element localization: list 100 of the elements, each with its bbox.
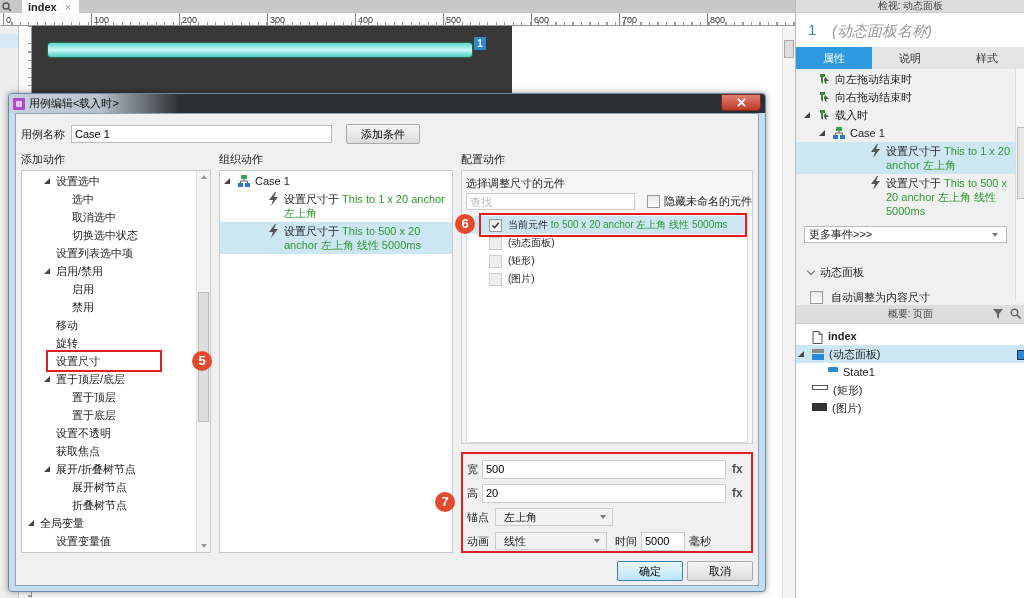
- checkbox[interactable]: [489, 272, 502, 286]
- field-label: 宽: [467, 461, 478, 477]
- close-button[interactable]: [721, 94, 761, 111]
- filter-icon[interactable]: [993, 309, 1005, 319]
- action-item[interactable]: 切换选中状态: [72, 226, 138, 244]
- action-text: 设置尺寸于 This to 500 x 20 anchor 左上角 线性 5000ms: [886, 176, 1009, 219]
- ruler-label: 300: [270, 15, 286, 25]
- action-item[interactable]: 取消选中: [72, 208, 116, 226]
- outline-item[interactable]: (图片): [832, 399, 862, 417]
- callout-badge: 5: [192, 351, 212, 371]
- expand-arrow-icon[interactable]: [44, 178, 50, 184]
- event-item[interactable]: 向右拖动结束时: [835, 88, 912, 106]
- stacked-panel-icon: [812, 349, 824, 360]
- outline-item[interactable]: index: [828, 327, 857, 345]
- animation-dropdown[interactable]: 线性: [495, 532, 607, 550]
- formula-button[interactable]: fx: [732, 462, 743, 476]
- action-item[interactable]: 启用/禁用: [56, 262, 104, 280]
- search-icon[interactable]: [2, 1, 12, 12]
- cursor-icon: [818, 73, 830, 85]
- checkbox[interactable]: [489, 254, 502, 268]
- case-name-field[interactable]: Case 1: [71, 125, 332, 143]
- unit-label: 毫秒: [689, 533, 711, 549]
- checkbox[interactable]: [810, 291, 823, 304]
- event-item[interactable]: Case 1: [850, 124, 885, 142]
- action-item[interactable]: 置于底层: [72, 406, 116, 424]
- widget-number: 1: [796, 13, 828, 47]
- action-item[interactable]: 选中: [72, 190, 94, 208]
- action-item[interactable]: 设置列表选中项: [56, 244, 133, 262]
- lightning-icon: [268, 192, 279, 206]
- action-item[interactable]: 设置不透明: [56, 424, 111, 442]
- expand-arrow-icon[interactable]: [804, 112, 810, 118]
- lightning-icon: [870, 144, 881, 158]
- scrollbar[interactable]: [782, 26, 795, 598]
- ruler-label: 200: [182, 15, 198, 25]
- action-item[interactable]: 全局变量: [40, 514, 84, 532]
- expand-arrow-icon[interactable]: [44, 376, 50, 382]
- ok-button[interactable]: 确定: [617, 561, 683, 581]
- expand-arrow-icon[interactable]: [819, 130, 825, 136]
- document-tab[interactable]: index ×: [22, 0, 80, 13]
- action-item[interactable]: 设置选中: [56, 172, 100, 190]
- ruler-label: 700: [622, 15, 638, 25]
- search-icon[interactable]: [1010, 308, 1021, 319]
- scroll-down-icon[interactable]: [200, 544, 207, 548]
- action-item[interactable]: 禁用: [72, 298, 94, 316]
- widget-name-field[interactable]: (动态面板名称): [828, 13, 1024, 47]
- action-item[interactable]: 设置尺寸: [48, 352, 160, 370]
- add-condition-button[interactable]: 添加条件: [346, 124, 420, 144]
- ruler-label: 0: [6, 15, 11, 25]
- action-item[interactable]: 获取焦点: [56, 442, 100, 460]
- height-field[interactable]: 20: [482, 483, 726, 503]
- action-item[interactable]: 置于顶层/底层: [56, 370, 126, 388]
- widget-label: (动态面板): [508, 237, 555, 249]
- expand-arrow-icon[interactable]: [44, 466, 50, 472]
- rectangle-icon: [812, 385, 828, 390]
- scroll-up-icon[interactable]: [200, 175, 207, 179]
- cancel-button[interactable]: 取消: [687, 561, 753, 581]
- cursor-icon: [818, 109, 830, 121]
- action-item[interactable]: 旋转: [56, 334, 78, 352]
- ruler-label: 600: [534, 15, 550, 25]
- field-label: 动画: [467, 533, 490, 549]
- duration-field[interactable]: 5000: [641, 531, 685, 551]
- scrollbar[interactable]: [1015, 69, 1024, 301]
- action-item[interactable]: 启用: [72, 280, 94, 298]
- action-text: 设置尺寸于 This to 1 x 20 anchor 左上角: [284, 192, 446, 221]
- action-item[interactable]: 折叠树节点: [72, 496, 127, 514]
- action-item[interactable]: 设置变量值: [56, 532, 111, 550]
- checkbox[interactable]: [489, 218, 502, 232]
- search-field[interactable]: 查找: [466, 193, 635, 210]
- checkbox[interactable]: [647, 195, 660, 208]
- case-item[interactable]: Case 1: [255, 172, 290, 190]
- action-item[interactable]: 展开/折叠树节点: [56, 460, 137, 478]
- expand-arrow-icon[interactable]: [28, 520, 34, 526]
- formula-button[interactable]: fx: [732, 486, 743, 500]
- expand-arrow-icon[interactable]: [44, 268, 50, 274]
- image-icon: [812, 403, 827, 411]
- lightning-icon: [268, 224, 279, 238]
- scrollbar[interactable]: [196, 171, 210, 552]
- widget-label: (图片): [508, 273, 535, 285]
- close-icon: [736, 98, 746, 107]
- event-item[interactable]: 载入时: [835, 106, 868, 124]
- checkbox-label: 隐藏未命名的元件: [664, 194, 752, 209]
- action-text: 设置尺寸于 This to 1 x 20 anchor 左上角: [886, 144, 1012, 173]
- action-item[interactable]: 置于顶层: [72, 388, 116, 406]
- callout-badge: 6: [455, 214, 475, 234]
- case-icon: [238, 175, 250, 187]
- action-item[interactable]: 展开树节点: [72, 478, 127, 496]
- event-item[interactable]: 向左拖动结束时: [835, 70, 912, 88]
- action-item[interactable]: 移动: [56, 316, 78, 334]
- anchor-dropdown[interactable]: 左上角: [495, 508, 613, 526]
- tab[interactable]: 样式: [948, 47, 1024, 69]
- window-title: 用例编辑<载入时>: [29, 96, 119, 111]
- outline-item[interactable]: State1: [843, 363, 875, 381]
- tab[interactable]: 说明: [872, 47, 949, 69]
- width-field[interactable]: 500: [482, 459, 726, 479]
- ruler-label: 500: [446, 15, 462, 25]
- more-events-dropdown[interactable]: 更多事件>>>: [804, 226, 1007, 243]
- expand-arrow-icon[interactable]: [798, 351, 804, 357]
- expand-arrow-icon[interactable]: [224, 178, 230, 184]
- outline-item[interactable]: (矩形): [833, 381, 863, 399]
- ruler-label: 800: [710, 15, 726, 25]
